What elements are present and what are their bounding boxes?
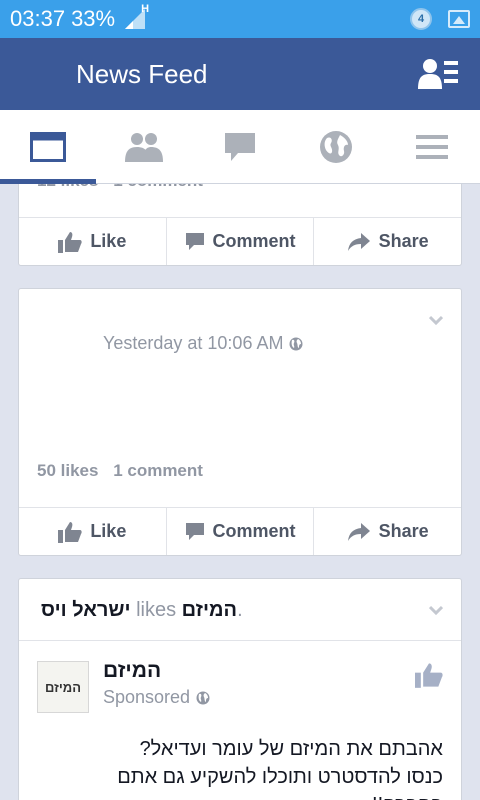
page-name[interactable]: המיזם <box>103 659 161 683</box>
comment-button[interactable]: Comment <box>165 508 314 555</box>
post-actions: Like Comment Share <box>19 217 461 265</box>
news-feed-icon <box>30 131 66 162</box>
post-text: אהבתם את המיזם של עומר ועדיאל? כנסו להדס… <box>33 735 443 800</box>
tab-more-overlay[interactable] <box>384 110 480 183</box>
tab-notifications-overlay[interactable] <box>288 110 384 183</box>
likes-word: likes <box>136 599 177 621</box>
status-time: 03:37 <box>10 6 66 31</box>
comment-button[interactable]: Comment <box>165 218 314 265</box>
post-actions: Like Comment Share <box>19 507 461 555</box>
thumbs-up-icon <box>58 521 82 543</box>
comment-icon <box>185 522 204 540</box>
comment-icon <box>185 232 204 250</box>
like-label: Like <box>90 521 127 541</box>
likes-count[interactable]: 50 likes <box>37 461 98 480</box>
share-label: Share <box>378 231 429 251</box>
timestamp-text: Yesterday at 10:06 AM <box>103 333 284 353</box>
tab-friend-requests-overlay[interactable] <box>96 110 192 183</box>
liked-page-name[interactable]: המיזם <box>182 599 237 621</box>
chevron-down-icon[interactable] <box>429 313 443 327</box>
avatar-text: המיזם <box>45 679 81 695</box>
comment-label: Comment <box>212 231 296 251</box>
app-bar: News Feed <box>0 38 480 110</box>
friend-requests-icon <box>125 132 163 162</box>
notification-count-icon: 4 <box>410 8 432 30</box>
network-type-label: H <box>141 3 150 15</box>
share-button[interactable]: Share <box>313 218 461 265</box>
comments-count[interactable]: 1 comment <box>113 461 203 480</box>
tab-messages-overlay[interactable] <box>192 110 288 183</box>
share-button[interactable]: Share <box>313 508 461 555</box>
share-icon <box>347 232 370 251</box>
liker-name[interactable]: ישראל ויס <box>41 599 131 621</box>
sponsored-text: Sponsored <box>103 687 191 707</box>
post-text-line: כנסו להדסטרט ותוכלו להשקיע גם אתם <box>117 766 443 788</box>
share-label: Share <box>378 521 429 541</box>
comment-label: Comment <box>212 521 296 541</box>
post-stats[interactable]: 50 likes 1 comment <box>37 461 213 481</box>
status-bar: 03:37 33% H 4 <box>0 0 480 38</box>
status-battery: 33% <box>71 6 116 31</box>
post-timestamp[interactable]: Yesterday at 10:06 AM <box>103 333 303 354</box>
menu-icon <box>416 134 448 159</box>
globe-icon <box>196 691 210 704</box>
post-text-line: אהבתם את המיזם של עומר ועדיאל? <box>139 738 443 760</box>
chevron-down-icon[interactable] <box>429 603 443 617</box>
post-card-2: Yesterday at 10:06 AM 50 likes 1 comment… <box>18 288 462 556</box>
tab-bar-overlay <box>0 110 480 184</box>
share-icon <box>347 522 370 541</box>
story-header: ישראל ויס likes המיזם. <box>19 579 461 641</box>
tab-news-feed-overlay[interactable] <box>0 110 96 184</box>
post-text-line: בחברה!! <box>33 791 443 800</box>
messages-icon <box>225 132 255 161</box>
liked-suffix: . <box>237 599 243 621</box>
image-notification-icon <box>448 10 470 28</box>
page-avatar[interactable]: המיזם <box>37 661 89 713</box>
like-page-icon[interactable] <box>415 661 443 689</box>
page-title: News Feed <box>76 58 208 89</box>
globe-icon <box>289 337 303 350</box>
like-button[interactable]: Like <box>19 508 166 555</box>
globe-icon <box>320 130 352 163</box>
signal-icon: H <box>123 3 149 31</box>
post-card-3: ישראל ויס likes המיזם. המיזם המיזם Spons… <box>18 578 462 800</box>
thumbs-up-icon <box>58 231 82 253</box>
sponsored-label[interactable]: Sponsored <box>103 687 210 708</box>
like-button[interactable]: Like <box>19 218 166 265</box>
story-like-text: ישראל ויס likes המיזם. <box>41 599 243 622</box>
like-label: Like <box>90 231 127 251</box>
friends-list-icon[interactable] <box>418 57 458 91</box>
